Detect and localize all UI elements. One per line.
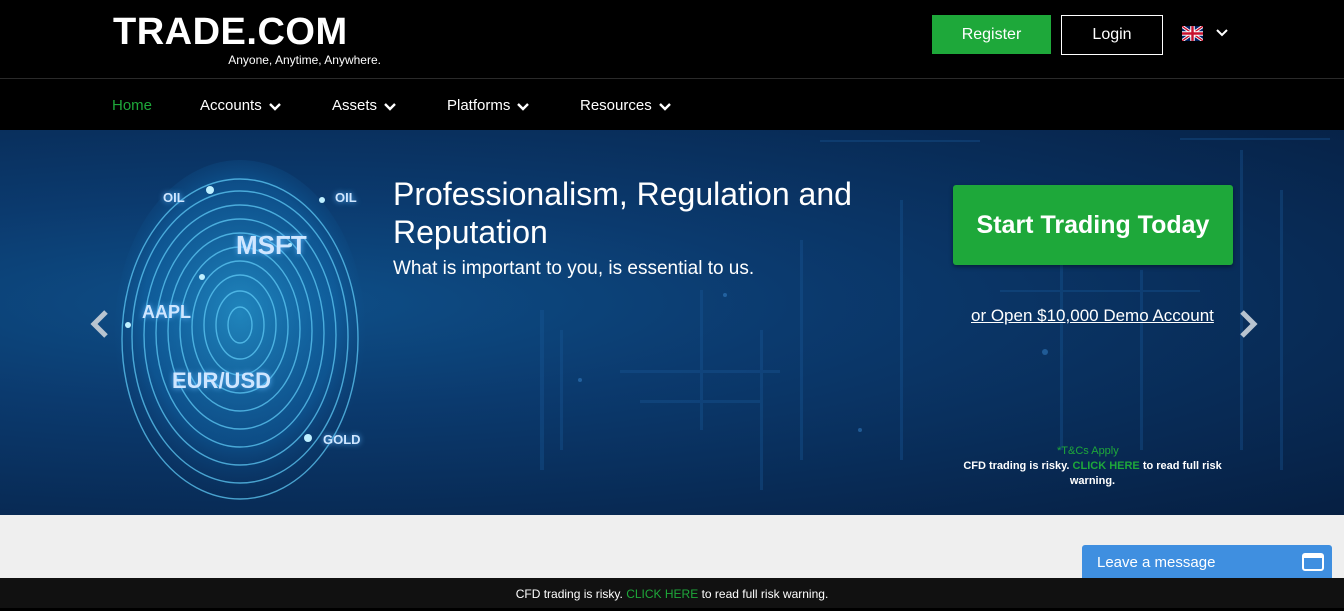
nav-item-label: Platforms <box>447 97 511 114</box>
fingerprint-graphic <box>115 160 365 500</box>
nav-item-home[interactable]: Home <box>112 80 152 130</box>
carousel-prev-arrow-icon[interactable] <box>88 308 112 340</box>
ticker-tag: OIL <box>335 190 357 205</box>
chevron-down-icon <box>384 103 396 111</box>
nav-item-resources[interactable]: Resources <box>580 80 671 130</box>
uk-flag-icon <box>1182 26 1203 41</box>
risk-click-here-link[interactable]: CLICK HERE <box>1073 460 1140 472</box>
nav-item-label: Assets <box>332 97 378 114</box>
risk-text: CFD trading is risky. <box>515 587 623 601</box>
carousel-next-arrow-icon[interactable] <box>1236 308 1260 340</box>
ticker-tag: AAPL <box>142 302 191 322</box>
hero-subtitle: What is important to you, is essential t… <box>393 258 755 279</box>
ticker-tag: EUR/USD <box>172 368 272 393</box>
demo-account-link[interactable]: or Open $10,000 Demo Account <box>971 306 1214 326</box>
chevron-down-icon <box>517 103 530 111</box>
register-button[interactable]: Register <box>932 15 1051 54</box>
risk-text: CFD trading is risky. <box>963 460 1070 472</box>
hero-title: Professionalism, Regulation and Reputati… <box>393 176 852 250</box>
nav-item-accounts[interactable]: Accounts <box>200 80 281 130</box>
hero-risk-warning: CFD trading is risky. CLICK HERE to read… <box>955 459 1230 489</box>
nav-item-platforms[interactable]: Platforms <box>447 80 530 130</box>
nav-item-label: Home <box>112 97 153 114</box>
main-nav: Home Accounts Assets Platforms Resources <box>0 80 1344 130</box>
logo-text: TRADE.COM <box>113 11 348 53</box>
leave-message-label: Leave a message <box>1097 554 1216 571</box>
chevron-down-icon <box>1216 29 1228 37</box>
risk-bar-click-here-link[interactable]: CLICK HERE <box>626 587 698 601</box>
nav-item-assets[interactable]: Assets <box>332 80 396 130</box>
ticker-tag: GOLD <box>323 432 361 447</box>
tcs-note: *T&Cs Apply <box>1057 445 1119 457</box>
login-button[interactable]: Login <box>1061 15 1163 55</box>
logo[interactable]: TRADE.COM Anyone, Anytime, Anywhere. <box>113 12 385 70</box>
chevron-down-icon <box>268 103 281 111</box>
ticker-tag: OIL <box>163 190 185 205</box>
nav-item-label: Resources <box>580 97 652 114</box>
ticker-tag: MSFT <box>236 230 307 260</box>
language-selector[interactable] <box>1182 24 1232 44</box>
site-header: TRADE.COM Anyone, Anytime, Anywhere. Reg… <box>0 0 1344 79</box>
logo-tagline: Anyone, Anytime, Anywhere. <box>228 53 381 67</box>
risk-text: to read full risk warning. <box>701 587 829 601</box>
hero-banner: OIL OIL MSFT AAPL EUR/USD GOLD Professio… <box>0 130 1344 515</box>
chat-window-icon <box>1302 553 1324 571</box>
bottom-risk-bar: CFD trading is risky. CLICK HERE to read… <box>0 578 1344 608</box>
leave-message-widget[interactable]: Leave a message <box>1082 545 1332 578</box>
nav-item-label: Accounts <box>200 97 262 114</box>
start-trading-button[interactable]: Start Trading Today <box>953 185 1233 265</box>
chevron-down-icon <box>658 103 671 111</box>
